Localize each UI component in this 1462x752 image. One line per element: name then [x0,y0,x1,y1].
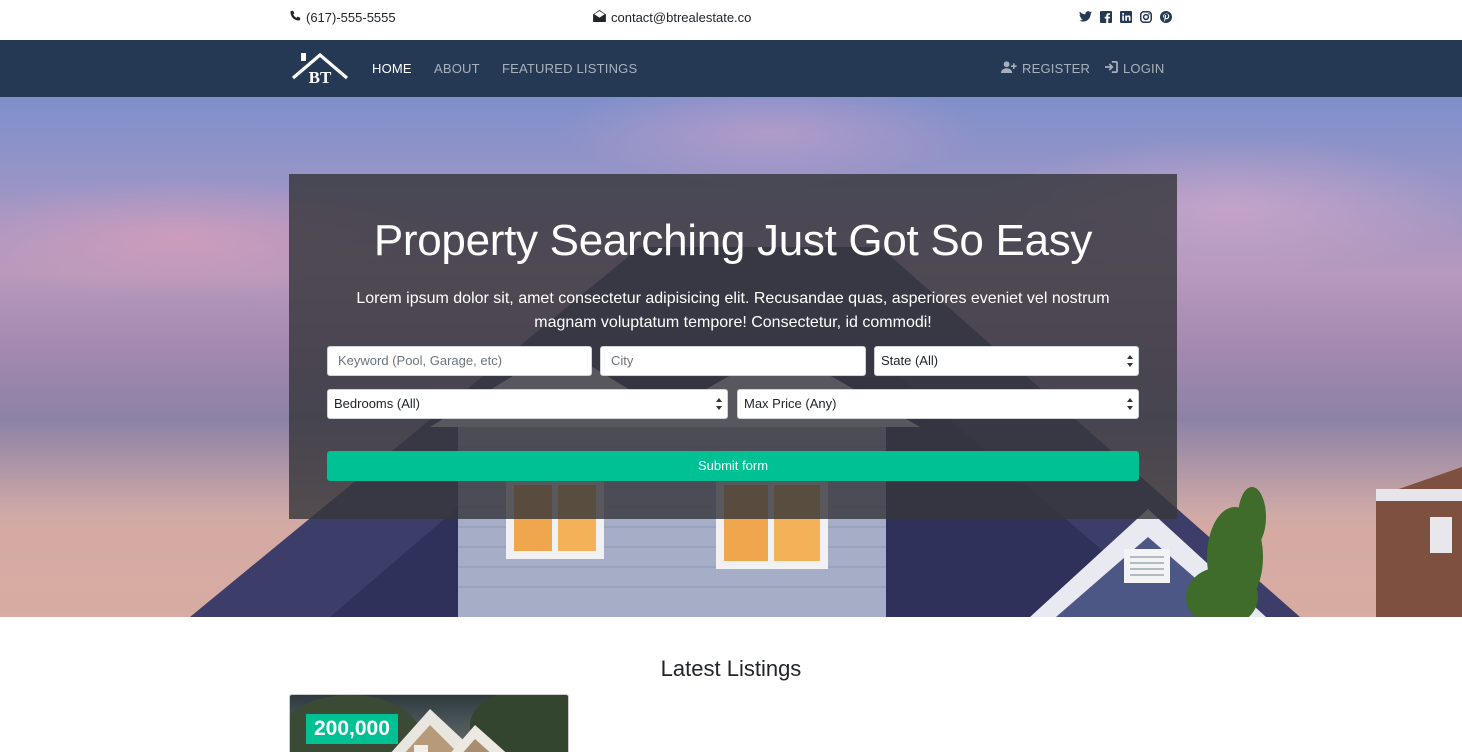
price-badge: 200,000 [306,714,398,744]
select-arrows-icon [1127,398,1133,410]
state-select-value: State (All) [881,353,939,368]
phone-number: (617)-555-5555 [306,10,396,25]
social-links [1079,10,1172,23]
select-arrows-icon [1127,355,1133,367]
hero-banner: Property Searching Just Got So Easy Lore… [0,97,1462,617]
max-price-select[interactable]: Max Price (Any) [737,389,1139,419]
login-label: LOGIN [1123,61,1165,76]
bedrooms-select-value: Bedrooms (All) [334,396,420,411]
twitter-icon[interactable] [1079,10,1092,23]
select-arrows-icon [716,398,722,410]
top-info-bar: (617)-555-5555 contact@btrealestate.co [0,0,1462,40]
nav-home[interactable]: HOME [372,61,412,76]
listing-card[interactable]: 200,000 [289,694,569,752]
email-address: contact@btrealestate.co [611,10,752,25]
phone-contact: (617)-555-5555 [289,10,396,25]
register-label: REGISTER [1022,61,1091,76]
linkedin-icon[interactable] [1119,10,1132,23]
latest-listings-heading: Latest Listings [660,656,802,681]
submit-button[interactable]: Submit form [327,451,1139,481]
hero-title: Property Searching Just Got So Easy [373,216,1093,265]
hero-description: Lorem ipsum dolor sit, amet consectetur … [356,290,1110,331]
login-link[interactable]: LOGIN [1104,61,1164,76]
sign-in-icon [1104,61,1118,76]
brand-logo[interactable]: BT [291,51,349,87]
bedrooms-select[interactable]: Bedrooms (All) [327,389,728,419]
envelope-open-icon [593,10,606,25]
search-panel: Property Searching Just Got So Easy Lore… [289,174,1177,519]
user-plus-icon [1001,61,1017,76]
pinterest-icon[interactable] [1159,10,1172,23]
main-navbar: BT HOME ABOUT FEATURED LISTINGS REGISTER… [0,40,1462,97]
nav-featured-listings[interactable]: FEATURED LISTINGS [502,61,637,76]
facebook-icon[interactable] [1099,10,1112,23]
instagram-icon[interactable] [1139,10,1152,23]
max-price-select-value: Max Price (Any) [744,396,837,411]
svg-text:BT: BT [309,68,332,87]
register-link[interactable]: REGISTER [1001,61,1090,76]
state-select[interactable]: State (All) [874,346,1139,376]
email-contact: contact@btrealestate.co [593,10,751,25]
phone-icon [289,10,301,25]
nav-about[interactable]: ABOUT [434,61,480,76]
keyword-input[interactable]: Keyword (Pool, Garage, etc) [327,346,592,376]
city-input[interactable]: City [600,346,866,376]
